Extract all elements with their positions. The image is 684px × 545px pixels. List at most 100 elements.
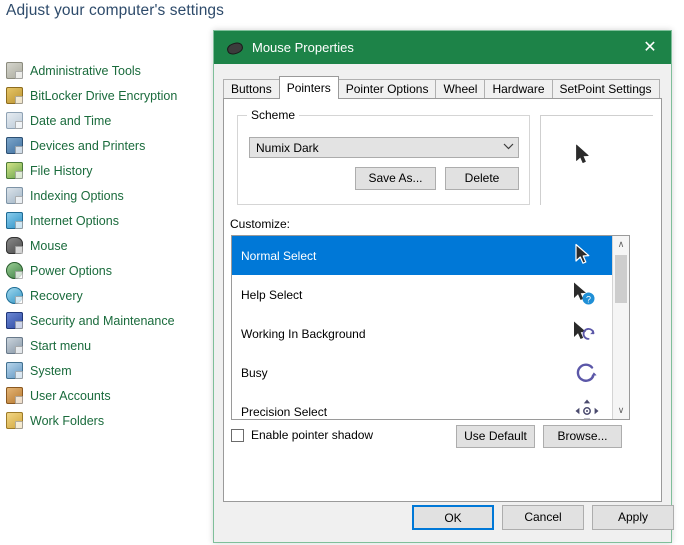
control-panel-item-internet-options[interactable]: Internet Options: [6, 208, 216, 233]
indexing-options-icon: [6, 187, 23, 204]
date-and-time-icon: [6, 112, 23, 129]
control-panel-item-label: BitLocker Drive Encryption: [30, 88, 178, 103]
control-panel-item-file-history[interactable]: File History: [6, 158, 216, 183]
mouse-icon: [6, 237, 23, 254]
control-panel-item-recovery[interactable]: Recovery: [6, 283, 216, 308]
chevron-down-glyph: [503, 143, 513, 150]
enable-pointer-shadow-checkbox[interactable]: [231, 428, 244, 442]
control-panel-item-date-and-time[interactable]: Date and Time: [6, 108, 216, 133]
tab-hardware[interactable]: Hardware: [484, 79, 553, 98]
scroll-down-icon[interactable]: ∨: [613, 402, 629, 419]
arrow-cursor-glyph: [575, 243, 590, 264]
internet-options-icon: [6, 212, 23, 229]
enable-pointer-shadow-label: Enable pointer shadow: [251, 428, 374, 442]
control-panel-item-system[interactable]: System: [6, 358, 216, 383]
control-panel-item-work-folders[interactable]: Work Folders: [6, 408, 216, 433]
cancel-button[interactable]: Cancel: [502, 505, 584, 530]
start-menu-icon: [6, 337, 23, 354]
list-item-label: Working In Background: [241, 326, 366, 341]
control-panel-item-label: Devices and Printers: [30, 138, 146, 153]
list-item-label: Precision Select: [241, 404, 328, 419]
svg-text:?: ?: [586, 294, 591, 304]
control-panel-item-label: File History: [30, 163, 93, 178]
cursor-list-rows: Normal Select Help Select ? Working In B…: [232, 236, 612, 419]
list-item-label: Help Select: [241, 287, 303, 302]
control-panel-item-label: Start menu: [30, 338, 92, 353]
scheme-selected-value: Numix Dark: [256, 140, 319, 155]
dialog-titlebar[interactable]: Mouse Properties ✕: [214, 31, 671, 64]
dialog-title: Mouse Properties: [252, 40, 354, 55]
cursor-list-scrollbar[interactable]: ∧ ∨: [612, 236, 629, 419]
busy-spinner-cursor-icon: [566, 357, 606, 389]
arrow-help-cursor-glyph: ?: [574, 282, 595, 304]
list-item-busy[interactable]: Busy: [232, 353, 612, 392]
list-item-help-select[interactable]: Help Select ?: [232, 275, 612, 314]
enable-pointer-shadow-row[interactable]: Enable pointer shadow: [231, 428, 373, 442]
browse-button[interactable]: Browse...: [543, 425, 622, 448]
administrative-tools-icon: [6, 62, 23, 79]
control-panel-item-label: System: [30, 363, 72, 378]
control-panel-item-label: Date and Time: [30, 113, 112, 128]
file-history-icon: [6, 162, 23, 179]
control-panel-item-label: Recovery: [30, 288, 83, 303]
tab-pointer-options[interactable]: Pointer Options: [337, 79, 437, 98]
control-panel-item-label: Mouse: [30, 238, 68, 253]
apply-button[interactable]: Apply: [592, 505, 674, 530]
screen: Adjust your computer's settings Administ…: [0, 0, 684, 545]
devices-and-printers-icon: [6, 137, 23, 154]
page-title: Adjust your computer's settings: [6, 2, 224, 19]
tab-bar: Buttons Pointers Pointer Options Wheel H…: [223, 75, 662, 99]
control-panel-item-user-accounts[interactable]: User Accounts: [6, 383, 216, 408]
scheme-dropdown[interactable]: Numix Dark: [249, 137, 519, 158]
delete-button[interactable]: Delete: [445, 167, 519, 190]
normal-select-cursor-icon: [575, 144, 591, 171]
power-options-icon: [6, 262, 23, 279]
pointers-tab-panel: Scheme Numix Dark Save As... Delete Cust…: [223, 98, 662, 502]
save-as-button[interactable]: Save As...: [355, 167, 436, 190]
close-icon[interactable]: ✕: [629, 31, 671, 64]
control-panel-item-indexing-options[interactable]: Indexing Options: [6, 183, 216, 208]
tab-buttons[interactable]: Buttons: [223, 79, 280, 98]
list-item-working-in-background[interactable]: Working In Background: [232, 314, 612, 353]
arrow-help-cursor-icon: ?: [566, 279, 606, 311]
control-panel-item-start-menu[interactable]: Start menu: [6, 333, 216, 358]
list-item-label: Normal Select: [241, 248, 317, 263]
control-panel-item-label: Indexing Options: [30, 188, 124, 203]
mouse-icon: [225, 40, 245, 56]
control-panel-item-mouse[interactable]: Mouse: [6, 233, 216, 258]
list-item-normal-select[interactable]: Normal Select: [232, 236, 612, 275]
control-panel-item-administrative-tools[interactable]: Administrative Tools: [6, 58, 216, 83]
cursor-list[interactable]: Normal Select Help Select ? Working In B…: [231, 235, 630, 420]
control-panel-item-label: Work Folders: [30, 413, 105, 428]
list-item-label: Busy: [241, 365, 268, 380]
tab-pointers[interactable]: Pointers: [278, 76, 339, 99]
system-icon: [6, 362, 23, 379]
scheme-group-label: Scheme: [247, 108, 300, 122]
recovery-icon: [6, 287, 23, 304]
control-panel-item-label: Internet Options: [30, 213, 119, 228]
precision-crosshair-glyph: [575, 399, 599, 419]
arrow-busy-cursor-glyph: [574, 321, 595, 340]
control-panel-item-bitlocker-drive-encryption[interactable]: BitLocker Drive Encryption: [6, 83, 216, 108]
use-default-button[interactable]: Use Default: [456, 425, 535, 448]
control-panel-item-devices-and-printers[interactable]: Devices and Printers: [6, 133, 216, 158]
ok-button[interactable]: OK: [412, 505, 494, 530]
scroll-up-icon[interactable]: ∧: [613, 236, 629, 253]
control-panel-item-label: Power Options: [30, 263, 112, 278]
scrollbar-thumb[interactable]: [615, 255, 627, 303]
tab-setpoint-settings[interactable]: SetPoint Settings: [551, 79, 660, 98]
control-panel-item-label: Security and Maintenance: [30, 313, 175, 328]
bitlocker-icon: [6, 87, 23, 104]
control-panel-item-list: Administrative Tools BitLocker Drive Enc…: [6, 58, 216, 433]
list-item-precision-select[interactable]: Precision Select: [232, 392, 612, 419]
precision-crosshair-cursor-icon: [566, 396, 606, 419]
arrow-busy-cursor-icon: [566, 318, 606, 350]
arrow-cursor-glyph: [576, 144, 589, 163]
security-and-maintenance-icon: [6, 312, 23, 329]
control-panel-item-label: User Accounts: [30, 388, 111, 403]
cursor-preview-pane: [540, 115, 653, 205]
control-panel-item-security-and-maintenance[interactable]: Security and Maintenance: [6, 308, 216, 333]
control-panel-item-label: Administrative Tools: [30, 63, 141, 78]
tab-wheel[interactable]: Wheel: [435, 79, 486, 98]
control-panel-item-power-options[interactable]: Power Options: [6, 258, 216, 283]
